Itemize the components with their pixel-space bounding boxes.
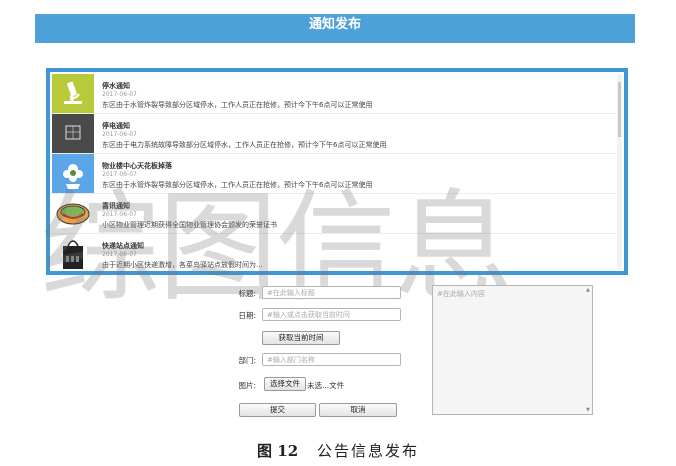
notice-title: 喜讯通知	[102, 202, 130, 210]
notice-list: 停水通知 2017-06-07 东区由于水管炸裂导致部分区域停水，工作人员正在抢…	[46, 68, 628, 275]
page-header: 通知发布	[35, 14, 635, 43]
choose-file-button[interactable]: 选择文件	[264, 377, 306, 391]
date-label: 日期:	[238, 311, 256, 320]
trophy-icon	[52, 194, 94, 233]
notice-title: 停电通知	[102, 122, 130, 130]
scrollbar-thumb[interactable]	[618, 82, 621, 137]
image-label: 图片:	[238, 381, 256, 390]
flower-icon	[52, 154, 94, 193]
content-textarea[interactable]	[432, 285, 593, 415]
file-status: 未选...文件	[307, 381, 345, 390]
notice-content: 东区由于水管炸裂导致部分区域停水，工作人员正在抢修，预计今下午6点可以正常使用	[102, 101, 373, 109]
list-item[interactable]: 停电通知 2017-06-07 东区由于电力系统故障导致部分区域停水，工作人员正…	[52, 114, 616, 154]
notice-date: 2017-06-07	[102, 251, 137, 258]
notice-content: 小区物业管理近期获得全国物业管理协会颁发的荣誉证书	[102, 221, 277, 229]
list-item[interactable]: 快递站点通知 2017-06-07 由于近期小区快递激增，各菜鸟驿站点放假时间为…	[52, 234, 616, 269]
notice-date: 2017-06-07	[102, 131, 137, 138]
tote-bag-icon	[52, 234, 94, 269]
title-input[interactable]	[262, 286, 401, 299]
notice-content: 东区由于电力系统故障导致部分区域停水，工作人员正在抢修，预计今下午6点可以正常使…	[102, 141, 387, 149]
department-label: 部门:	[238, 356, 256, 365]
department-input[interactable]	[262, 353, 401, 366]
notice-date: 2017-06-07	[102, 211, 137, 218]
list-item[interactable]: 喜讯通知 2017-06-07 小区物业管理近期获得全国物业管理协会颁发的荣誉证…	[52, 194, 616, 234]
notice-content: 由于近期小区快递激增，各菜鸟驿站点放假时间为...	[102, 261, 263, 269]
figure-caption: 图 12 公告信息发布	[0, 440, 676, 461]
notice-date: 2017-06-07	[102, 91, 137, 98]
list-scrollbar[interactable]	[617, 74, 622, 269]
submit-button[interactable]: 提交	[239, 403, 316, 417]
page-title: 通知发布	[308, 17, 361, 32]
blueprint-icon	[52, 114, 94, 153]
cancel-button[interactable]: 取消	[319, 403, 397, 417]
list-item[interactable]: 停水通知 2017-06-07 东区由于水管炸裂导致部分区域停水，工作人员正在抢…	[52, 74, 616, 114]
notice-content: 东区由于水管炸裂导致部分区域停水，工作人员正在抢修，预计今下午6点可以正常使用	[102, 181, 373, 189]
get-current-time-button[interactable]: 获取当前时间	[262, 331, 340, 345]
figure-title: 公告信息发布	[316, 442, 419, 460]
date-input[interactable]	[262, 308, 401, 321]
list-item[interactable]: 物业楼中心天花板掉落 2017-06-07 东区由于水管炸裂导致部分区域停水，工…	[52, 154, 616, 194]
notice-title: 物业楼中心天花板掉落	[102, 162, 172, 170]
scroll-down-icon[interactable]: ▼	[586, 407, 590, 413]
scroll-up-icon[interactable]: ▲	[586, 287, 590, 293]
microscope-icon	[52, 74, 94, 113]
title-label: 标题:	[238, 289, 256, 298]
notice-date: 2017-06-07	[102, 171, 137, 178]
figure-number: 图 12	[257, 442, 299, 460]
notice-title: 快递站点通知	[102, 242, 144, 250]
notice-title: 停水通知	[102, 82, 130, 90]
